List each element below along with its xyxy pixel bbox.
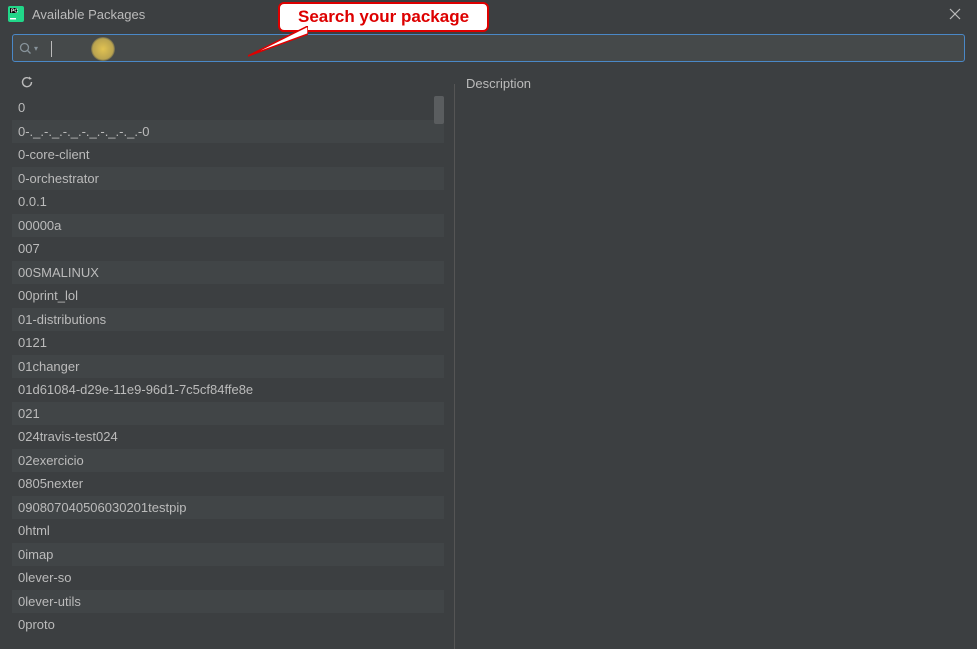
close-button[interactable] — [941, 0, 969, 28]
package-list-item[interactable]: 01-distributions — [12, 308, 444, 332]
callout-tail — [248, 26, 308, 66]
package-list-item[interactable]: 0-._.-._.-._.-._.-._.-._.-0 — [12, 120, 444, 144]
package-list-item[interactable]: 007 — [12, 237, 444, 261]
search-input[interactable] — [42, 36, 958, 60]
text-cursor — [51, 41, 52, 57]
package-list-item[interactable]: 0121 — [12, 331, 444, 355]
scrollbar-thumb[interactable] — [434, 96, 444, 124]
package-list-item[interactable]: 02exercicio — [12, 449, 444, 473]
app-icon: PC — [8, 6, 24, 22]
package-list[interactable]: 00-._.-._.-._.-._.-._.-._.-00-core-clien… — [12, 96, 444, 649]
scrollbar-track[interactable] — [434, 96, 444, 649]
package-list-item[interactable]: 0imap — [12, 543, 444, 567]
package-list-item[interactable]: 0html — [12, 519, 444, 543]
package-list-item[interactable]: 0lever-so — [12, 566, 444, 590]
description-label: Description — [462, 76, 535, 91]
panel-border — [454, 84, 455, 649]
package-list-item[interactable]: 0lever-utils — [12, 590, 444, 614]
description-panel: Description — [452, 70, 965, 649]
callout-text: Search your package — [298, 7, 469, 26]
package-list-item[interactable]: 0-orchestrator — [12, 167, 444, 191]
search-field-container: ▾ — [12, 34, 965, 62]
toolbar — [12, 70, 444, 94]
package-list-item[interactable]: 090807040506030201testpip — [12, 496, 444, 520]
annotation-callout: Search your package — [278, 2, 489, 32]
package-list-item[interactable]: 01d61084-d29e-11e9-96d1-7c5cf84ffe8e — [12, 378, 444, 402]
package-list-item[interactable]: 024travis-test024 — [12, 425, 444, 449]
package-list-item[interactable]: 0proto — [12, 613, 444, 637]
package-list-item[interactable]: 021 — [12, 402, 444, 426]
package-list-item[interactable]: 00000a — [12, 214, 444, 238]
refresh-button[interactable] — [18, 73, 36, 91]
refresh-icon — [20, 75, 34, 89]
package-list-item[interactable]: 0.0.1 — [12, 190, 444, 214]
main-area: 00-._.-._.-._.-._.-._.-._.-00-core-clien… — [0, 70, 977, 649]
package-list-item[interactable]: 0-core-client — [12, 143, 444, 167]
search-icon — [19, 42, 32, 55]
left-panel: 00-._.-._.-._.-._.-._.-._.-00-core-clien… — [12, 70, 444, 649]
search-options-dropdown-icon[interactable]: ▾ — [34, 44, 38, 53]
package-list-item[interactable]: 00SMALINUX — [12, 261, 444, 285]
panel-splitter[interactable] — [444, 70, 452, 649]
package-list-item[interactable]: 0805nexter — [12, 472, 444, 496]
svg-text:PC: PC — [11, 9, 18, 15]
package-list-item[interactable]: 00print_lol — [12, 284, 444, 308]
package-list-item[interactable]: 01changer — [12, 355, 444, 379]
package-list-item[interactable]: 0 — [12, 96, 444, 120]
